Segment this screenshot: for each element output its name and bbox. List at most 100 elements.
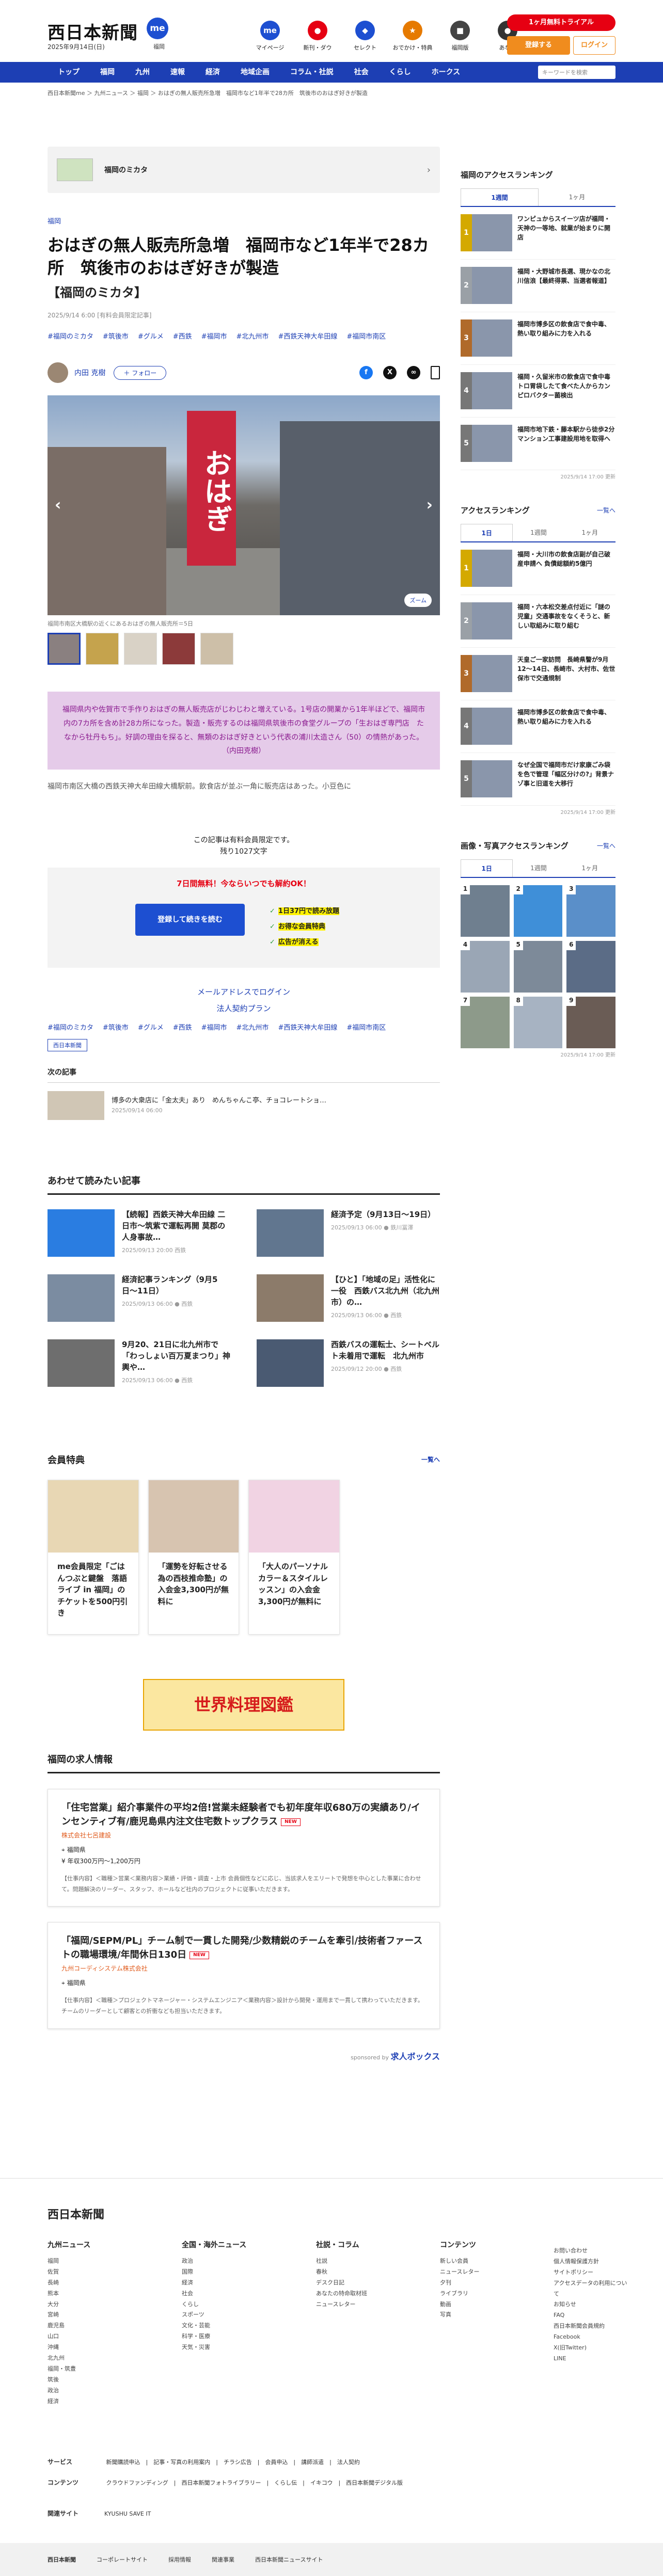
footer-link[interactable]: 講師派遣: [301, 2459, 324, 2466]
ranking-item[interactable]: 1 福岡・大川市の飲食店副が自己破産申請へ 負債総額約5億円: [461, 550, 615, 595]
footer-link[interactable]: ニュースレター: [440, 2267, 533, 2278]
footer-link[interactable]: 採用情報: [168, 2555, 191, 2564]
bookmark-icon[interactable]: [431, 366, 440, 380]
tab-month[interactable]: 1ヶ月: [539, 188, 615, 206]
footer-link[interactable]: KYUSHU SAVE IT: [104, 2510, 151, 2517]
tag-link[interactable]: #福岡市南区: [346, 1022, 386, 1032]
footer-bottom-logo[interactable]: 西日本新聞: [48, 2555, 76, 2564]
tag-link[interactable]: #グルメ: [138, 331, 164, 341]
footer-link[interactable]: 国際: [182, 2267, 295, 2278]
footer-link[interactable]: クラウドファンディング: [106, 2479, 168, 2486]
footer-logo[interactable]: 西日本新聞: [48, 2205, 104, 2222]
ranking-item[interactable]: 3 天皇ご一家訪問 長崎県警が9月12〜14日、長崎市、大村市、佐世保市で交通規制: [461, 655, 615, 700]
footer-link[interactable]: 北九州: [48, 2353, 161, 2364]
photo-thumbnail[interactable]: 1: [461, 885, 510, 937]
footer-link[interactable]: 山口: [48, 2331, 161, 2342]
thumbnail[interactable]: [200, 633, 233, 665]
thumbnail[interactable]: [124, 633, 157, 665]
tag-link[interactable]: #福岡のミカタ: [48, 1022, 93, 1032]
footer-link[interactable]: スポーツ: [182, 2310, 295, 2321]
members-more-link[interactable]: 一覧へ: [421, 1455, 440, 1464]
series-banner[interactable]: 福岡のミカタ ›: [48, 147, 440, 193]
tab-month[interactable]: 1ヶ月: [564, 859, 615, 877]
footer-link[interactable]: 沖縄: [48, 2342, 161, 2353]
ranking-item[interactable]: 2 福岡・大野城市長選、現かなの北川信浪【最終得票、当選者報道】: [461, 267, 615, 312]
footer-link[interactable]: 筑後: [48, 2375, 161, 2386]
related-card[interactable]: 【ひと】「地域の足」活性化に一役 西鉄バス北九州（北九州市）の… 2025/09/…: [257, 1274, 440, 1322]
photo-thumbnail[interactable]: 8: [513, 997, 563, 1048]
photo-thumbnail[interactable]: 9: [566, 997, 615, 1048]
tab-month[interactable]: 1ヶ月: [564, 524, 615, 541]
tag-link[interactable]: #筑後市: [103, 1022, 129, 1032]
register-button[interactable]: 登録する: [507, 36, 570, 55]
footer-link[interactable]: ライブラリ: [440, 2289, 533, 2299]
publisher-badge[interactable]: 西日本新聞: [48, 1039, 87, 1052]
ranking-item[interactable]: 2 福岡・六本松交差点付近に「謎の児童」交通事故をなくそうと、新しい取組みに取り組…: [461, 602, 615, 648]
footer-link[interactable]: 鹿児島: [48, 2321, 161, 2331]
footer-link[interactable]: 熊本: [48, 2289, 161, 2299]
related-card[interactable]: 9月20、21日に北九州市で「わっしょい百万夏まつり」神輿や… 2025/09/1…: [48, 1339, 231, 1387]
photo-thumbnail[interactable]: 4: [461, 941, 510, 993]
nav-life[interactable]: くらし: [379, 62, 421, 83]
tag-link[interactable]: #西鉄: [173, 1022, 192, 1032]
related-card[interactable]: 経済予定（9月13日〜19日） 2025/09/13 06:00 ● 鉄川冨澤: [257, 1209, 440, 1257]
tag-link[interactable]: #北九州市: [236, 331, 269, 341]
x-link[interactable]: X(旧Twitter): [554, 2343, 631, 2354]
chevron-left-icon[interactable]: ‹: [55, 496, 61, 514]
related-card[interactable]: 経済記事ランキング（9月5日〜11日） 2025/09/13 06:00 ● 西鉄: [48, 1274, 231, 1322]
site-logo[interactable]: 西日本新聞: [48, 19, 138, 44]
footer-link[interactable]: コーポレートサイト: [97, 2555, 148, 2564]
link-icon[interactable]: ∞: [407, 366, 420, 380]
footer-link[interactable]: 天気・災害: [182, 2342, 295, 2353]
ranking-more-link[interactable]: 一覧へ: [597, 506, 615, 515]
job-card[interactable]: 「住宅営業」紹介事業件の平均2倍!営業未経験者でも初年度年収680万の実績あり/…: [48, 1789, 440, 1907]
nav-hawks[interactable]: ホークス: [421, 62, 471, 83]
photo-thumbnail[interactable]: 5: [513, 941, 563, 993]
photo-thumbnail[interactable]: 3: [566, 885, 615, 937]
footer-link[interactable]: 西日本新聞デジタル版: [346, 2479, 403, 2486]
author-avatar[interactable]: [48, 362, 68, 383]
footer-link[interactable]: お知らせ: [554, 2299, 631, 2310]
footer-link[interactable]: ニュースレター: [316, 2299, 419, 2310]
tab-day[interactable]: 1日: [461, 524, 513, 541]
footer-link[interactable]: 新しい会員: [440, 2256, 533, 2267]
nav-breaking[interactable]: 速報: [160, 62, 195, 83]
related-card[interactable]: 【続報】西鉄天神大牟田線 二日市〜筑紫で運転再開 莫郡の人身事故… 2025/09…: [48, 1209, 231, 1257]
tag-link[interactable]: #福岡のミカタ: [48, 331, 93, 341]
trial-button[interactable]: 1ヶ月無料トライアル: [507, 14, 615, 31]
footer-link[interactable]: 春秋: [316, 2267, 419, 2278]
ranking-item[interactable]: 5 福岡市地下鉄・藤本駅から徒歩2分 マンション工事建設用地を取得へ: [461, 425, 615, 470]
nav-economy[interactable]: 経済: [195, 62, 230, 83]
tag-link[interactable]: #西鉄: [173, 331, 192, 341]
ranking-item[interactable]: 4 福岡・久留米市の飲食店で食中毒 トロ胃袋したて食べた人からカンピロバクター菌検…: [461, 372, 615, 418]
footer-link[interactable]: 長崎: [48, 2278, 161, 2289]
footer-link[interactable]: 会員申込: [265, 2459, 288, 2466]
corporate-plan-link[interactable]: 法人契約プラン: [48, 1001, 440, 1017]
ranking-item[interactable]: 4 福岡市博多区の飲食店で食中毒、熱い取り組みに力を入れる: [461, 708, 615, 753]
footer-link[interactable]: デスク日記: [316, 2278, 419, 2289]
outing-link[interactable]: ★ おでかけ・特典: [389, 21, 436, 52]
footer-link[interactable]: 西日本新聞会員規約: [554, 2321, 631, 2332]
footer-link[interactable]: 関連事業: [212, 2555, 234, 2564]
footer-link[interactable]: 記事・写真の利用案内: [153, 2459, 210, 2466]
subscribe-button[interactable]: 登録して続きを読む: [135, 904, 245, 936]
photo-thumbnail[interactable]: 6: [566, 941, 615, 993]
tab-day[interactable]: 1日: [461, 859, 513, 877]
thumbnail[interactable]: [48, 633, 81, 665]
nav-regional[interactable]: 地域企画: [230, 62, 280, 83]
footer-link[interactable]: 福岡・筑豊: [48, 2364, 161, 2375]
mypage-link[interactable]: me マイページ: [246, 21, 294, 52]
footer-link[interactable]: 社説: [316, 2256, 419, 2267]
footer-link[interactable]: くらし: [182, 2299, 295, 2310]
nav-society[interactable]: 社会: [344, 62, 379, 83]
footer-link[interactable]: あなたの特命取材班: [316, 2289, 419, 2299]
search-input[interactable]: キーワードを検索: [538, 66, 615, 79]
footer-link[interactable]: アクセスデータの利用について: [554, 2278, 631, 2300]
zoom-button[interactable]: ズーム: [404, 594, 432, 607]
tab-week[interactable]: 1週間: [461, 188, 539, 206]
footer-link[interactable]: イキコウ: [310, 2479, 333, 2486]
footer-link[interactable]: 経済: [182, 2278, 295, 2289]
tag-link[interactable]: #筑後市: [103, 331, 129, 341]
author-name[interactable]: 内田 克樹: [74, 367, 105, 378]
footer-link[interactable]: お問い合わせ: [554, 2246, 631, 2257]
